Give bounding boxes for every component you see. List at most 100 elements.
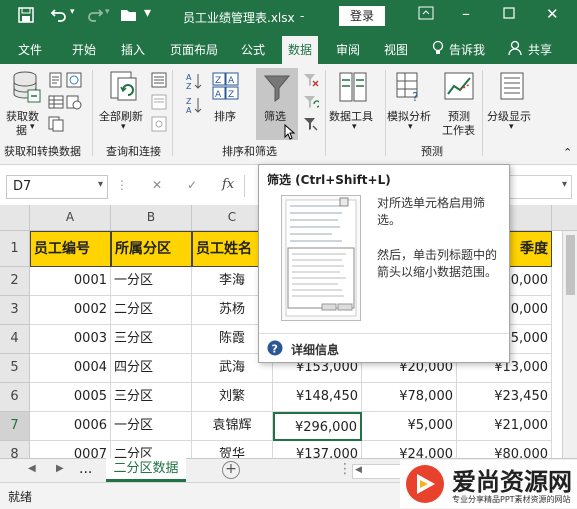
existing-connections-icon[interactable] (48, 116, 64, 135)
expand-formula-bar-icon[interactable]: ▾ (562, 179, 567, 190)
redo-dropdown-icon[interactable]: ▾ (105, 7, 110, 17)
cell-region[interactable]: 三分区 (111, 325, 192, 354)
properties-icon[interactable] (151, 94, 167, 113)
what-if-analysis-icon[interactable]: ? (396, 72, 424, 105)
close-icon[interactable]: ✕ (546, 5, 559, 23)
sort-descending-icon[interactable]: ZA (186, 96, 202, 117)
open-folder-icon[interactable] (120, 8, 138, 25)
cell-amount[interactable]: ¥21,000 (457, 412, 552, 441)
share-button[interactable]: 共享 (528, 41, 552, 58)
ribbon-display-options-icon[interactable] (418, 5, 434, 24)
header-cell-employee-id[interactable]: 员工编号 (30, 231, 111, 267)
undo-icon[interactable] (50, 6, 68, 25)
tooltip-more-info-link[interactable]: 详细信息 (291, 341, 339, 358)
reapply-filter-icon[interactable] (303, 94, 321, 113)
undo-dropdown-icon[interactable]: ▾ (70, 7, 75, 17)
name-box-dropdown-icon[interactable]: ▾ (98, 179, 103, 190)
tab-insert[interactable]: 插入 (121, 41, 145, 58)
formula-input[interactable] (244, 175, 259, 197)
from-text-icon[interactable] (48, 72, 64, 91)
formula-input-right[interactable]: ▾ (508, 175, 572, 199)
cancel-entry-icon[interactable]: ✕ (152, 178, 162, 192)
recent-sources-icon[interactable] (66, 94, 82, 113)
save-icon[interactable] (18, 7, 34, 26)
collapse-ribbon-icon[interactable]: ⌃ (563, 146, 572, 159)
sort-label[interactable]: 排序 (214, 108, 236, 124)
add-sheet-button[interactable]: + (222, 461, 240, 479)
insert-function-icon[interactable]: fx (222, 177, 234, 192)
cell-employee-id[interactable]: 0006 (30, 412, 111, 441)
outline-dropdown-icon[interactable]: ▾ (509, 122, 514, 132)
get-data-dropdown-icon[interactable]: ▾ (30, 122, 35, 132)
active-cell-d7[interactable]: ¥296,000 (273, 412, 362, 441)
advanced-filter-icon[interactable] (303, 116, 319, 135)
cell-amount[interactable]: ¥148,450 (273, 383, 362, 412)
customize-quick-access-icon[interactable]: ▾ (144, 5, 151, 21)
header-cell-region[interactable]: 所属分区 (111, 231, 192, 267)
cell-amount[interactable]: ¥78,000 (362, 383, 457, 412)
maximize-icon[interactable] (503, 7, 515, 22)
tab-home[interactable]: 开始 (72, 41, 96, 58)
clear-filter-icon[interactable] (303, 72, 319, 91)
row-header-4[interactable]: 4 (0, 325, 30, 354)
cell-employee-id[interactable]: 0007 (30, 441, 111, 458)
data-tools-label[interactable]: 数据工具 (329, 108, 373, 124)
tab-review[interactable]: 审阅 (336, 41, 360, 58)
redo-icon[interactable] (86, 6, 104, 25)
name-box[interactable]: D7 ▾ (6, 175, 108, 199)
scroll-left-icon[interactable]: ◀ (355, 465, 362, 475)
cell-region[interactable]: 一分区 (111, 267, 192, 296)
more-sheets-button[interactable]: ... (79, 461, 92, 477)
tab-data[interactable]: 数据 (282, 36, 319, 64)
cell-employee-name[interactable]: 刘繁 (192, 383, 273, 412)
cell-amount[interactable]: ¥80,000 (457, 441, 552, 458)
cell-employee-name[interactable]: 袁锦辉 (192, 412, 273, 441)
cell-region[interactable]: 三分区 (111, 383, 192, 412)
queries-connections-icon[interactable] (151, 72, 167, 91)
cell-region[interactable]: 四分区 (111, 354, 192, 383)
enter-entry-icon[interactable]: ✓ (187, 178, 197, 192)
row-header-8[interactable]: 8 (0, 441, 30, 458)
tell-me-box[interactable]: 告诉我 (449, 41, 485, 58)
scroll-sheets-left-icon[interactable]: ◀ (28, 463, 36, 474)
sheet-tab-region2[interactable]: 二分区数据 (106, 458, 186, 482)
row-header-6[interactable]: 6 (0, 383, 30, 412)
cell-region[interactable]: 二分区 (111, 441, 192, 458)
cell-employee-id[interactable]: 0005 (30, 383, 111, 412)
database-icon[interactable] (12, 70, 42, 107)
sort-icon[interactable]: ZAAZ (212, 72, 240, 103)
row-header-1[interactable]: 1 (0, 231, 30, 267)
row-header-2[interactable]: 2 (0, 267, 30, 296)
edit-links-icon[interactable] (151, 116, 167, 135)
minimize-icon[interactable]: – (462, 4, 470, 23)
what-if-dropdown-icon[interactable]: ▾ (408, 122, 413, 132)
row-header-5[interactable]: 5 (0, 354, 30, 383)
login-button[interactable]: 登录 (339, 6, 385, 26)
tab-view[interactable]: 视图 (384, 41, 408, 58)
cell-amount[interactable]: ¥24,000 (362, 441, 457, 458)
column-header-a[interactable]: A (30, 205, 111, 231)
vertical-scrollbar[interactable] (562, 231, 577, 458)
refresh-dropdown-icon[interactable]: ▾ (121, 122, 126, 132)
vertical-scrollbar-thumb[interactable] (566, 235, 575, 295)
outline-icon[interactable] (498, 72, 526, 103)
data-tools-icon[interactable] (339, 72, 367, 105)
cell-region[interactable]: 一分区 (111, 412, 192, 441)
cell-employee-id[interactable]: 0002 (30, 296, 111, 325)
select-all-corner[interactable] (0, 205, 30, 231)
refresh-all-icon[interactable] (108, 70, 138, 107)
cell-employee-name[interactable]: 贺华 (192, 441, 273, 458)
formula-bar-handle-icon[interactable]: ⋮ (116, 178, 128, 192)
column-header-b[interactable]: B (111, 205, 192, 231)
cell-region[interactable]: 二分区 (111, 296, 192, 325)
sort-ascending-icon[interactable]: AZ (186, 72, 202, 93)
row-header-7[interactable]: 7 (0, 412, 30, 441)
column-header-g[interactable] (552, 205, 577, 231)
row-header-3[interactable]: 3 (0, 296, 30, 325)
cell-amount[interactable]: ¥137,000 (273, 441, 362, 458)
tab-split-handle-icon[interactable]: ⋮ (338, 461, 352, 477)
cell-amount[interactable]: ¥5,000 (362, 412, 457, 441)
forecast-sheet-icon[interactable] (444, 72, 474, 105)
tab-file[interactable]: 文件 (18, 41, 42, 58)
forecast-sheet-label-2[interactable]: 工作表 (442, 122, 475, 138)
